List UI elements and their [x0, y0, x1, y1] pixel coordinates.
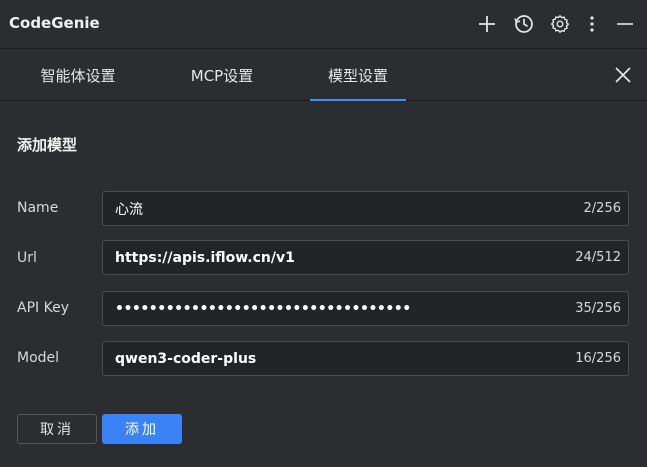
url-value: https://apis.iflow.cn/v1 — [115, 249, 295, 266]
api-key-value: ••••••••••••••••••••••••••••••••••• — [115, 300, 411, 317]
url-field[interactable]: https://apis.iflow.cn/v1 24/512 — [102, 240, 629, 275]
tab-mcp-settings[interactable]: MCP设置 — [181, 49, 263, 101]
name-field[interactable]: 心流 2/256 — [102, 191, 629, 226]
add-button[interactable]: 添加 — [102, 414, 182, 444]
name-value: 心流 — [115, 201, 143, 218]
api-key-char-counter: 35/256 — [575, 301, 621, 316]
tab-model-settings[interactable]: 模型设置 — [310, 49, 406, 101]
name-label: Name — [17, 200, 59, 216]
app-title: CodeGenie — [9, 14, 100, 32]
form-title: 添加模型 — [17, 136, 78, 154]
tab-agent-settings[interactable]: 智能体设置 — [30, 49, 126, 101]
more-vertical-icon[interactable] — [580, 12, 604, 36]
model-field[interactable]: qwen3-coder-plus 16/256 — [102, 341, 629, 376]
settings-tabs: 智能体设置 MCP设置 模型设置 — [0, 48, 647, 101]
url-char-counter: 24/512 — [575, 250, 621, 265]
gear-icon[interactable] — [548, 12, 572, 36]
minimize-icon[interactable] — [613, 12, 637, 36]
model-label: Model — [17, 350, 60, 366]
model-char-counter: 16/256 — [575, 351, 621, 366]
api-key-field[interactable]: ••••••••••••••••••••••••••••••••••• 35/2… — [102, 291, 629, 326]
name-char-counter: 2/256 — [583, 201, 621, 216]
api-key-label: API Key — [17, 300, 69, 316]
model-value: qwen3-coder-plus — [115, 350, 257, 367]
plus-icon[interactable] — [475, 12, 499, 36]
url-label: Url — [17, 250, 37, 266]
title-bar: CodeGenie — [0, 0, 647, 48]
close-icon[interactable] — [611, 63, 635, 87]
history-icon[interactable] — [512, 12, 536, 36]
cancel-button[interactable]: 取消 — [17, 414, 97, 444]
app-window: CodeGenie 智能体设置 MCP设置 模型设置 添加模型 Name 心流 … — [0, 0, 647, 467]
